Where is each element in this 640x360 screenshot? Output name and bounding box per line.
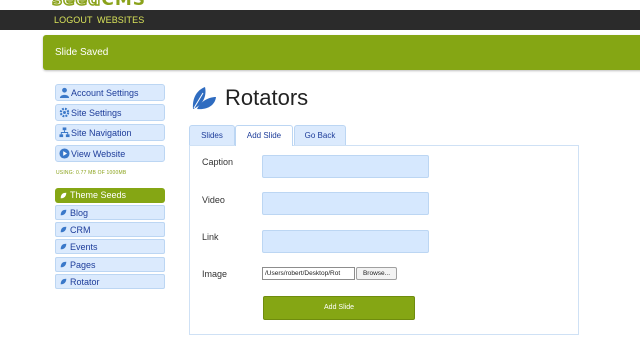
sidebar-item-label: Account Settings	[71, 88, 139, 98]
sidebar-item-site-navigation[interactable]: Site Navigation	[55, 124, 165, 141]
logo-prefix: seed	[51, 0, 102, 10]
storage-usage: USING: 0.77 MB OF 1000MB	[56, 170, 127, 176]
logo-suffix: CMS	[101, 0, 146, 10]
theme-seeds-label: Theme Seeds	[70, 190, 127, 200]
caption-field[interactable]	[262, 155, 429, 178]
websites-link[interactable]: WEBSITES	[97, 15, 144, 25]
logout-link[interactable]: LOGOUT	[54, 15, 93, 25]
sidebar-item-pages[interactable]: Pages	[55, 257, 165, 272]
sidebar-item-label: View Website	[71, 149, 126, 159]
sidebar-item-events[interactable]: Events	[55, 239, 165, 254]
browse-button[interactable]: Browse...	[356, 267, 397, 280]
seed-leaf-icon	[60, 278, 67, 285]
logo-strip: seedCMS	[0, 0, 640, 10]
user-icon	[59, 87, 70, 98]
image-file-path[interactable]: /Users/robert/Desktop/Rot	[262, 267, 355, 280]
top-nav-bar: LOGOUT WEBSITES	[0, 10, 640, 30]
caption-label: Caption	[202, 157, 234, 167]
sidebar-item-account-settings[interactable]: Account Settings	[55, 84, 165, 101]
seed-leaf-icon	[60, 209, 67, 216]
status-banner: Slide Saved	[43, 35, 640, 70]
add-slide-button[interactable]: Add Slide	[263, 296, 415, 320]
tab-slides[interactable]: Slides	[189, 125, 235, 145]
video-field[interactable]	[262, 192, 429, 215]
sidebar-item-label: Blog	[70, 208, 89, 218]
sidebar-item-label: Site Settings	[71, 108, 122, 118]
seed-leaf-icon	[60, 261, 67, 268]
sidebar-item-label: Events	[70, 242, 98, 252]
sidebar-item-view-website[interactable]: View Website	[55, 145, 165, 162]
sidebar-item-rotator[interactable]: Rotator	[55, 274, 165, 289]
video-label: Video	[202, 195, 225, 205]
seed-leaf-icon	[60, 192, 67, 199]
sitemap-icon	[59, 127, 70, 138]
play-icon	[59, 148, 70, 159]
link-field[interactable]	[262, 230, 429, 253]
sidebar-item-label: Rotator	[70, 277, 100, 287]
sidebar-item-crm[interactable]: CRM	[55, 222, 165, 237]
tab-add-slide[interactable]: Add Slide	[235, 125, 293, 146]
image-label: Image	[202, 269, 228, 279]
logo[interactable]: seedCMS	[51, 0, 146, 10]
status-message: Slide Saved	[55, 47, 109, 58]
link-label: Link	[202, 232, 219, 242]
theme-seeds-header[interactable]: Theme Seeds	[55, 188, 165, 203]
seed-leaf-icon	[60, 243, 67, 250]
tab-go-back[interactable]: Go Back	[294, 125, 346, 145]
sidebar-item-label: Pages	[70, 260, 96, 270]
app-root: seedCMS LOGOUT WEBSITES Slide Saved Acco…	[0, 0, 640, 360]
page-title: Rotators	[225, 85, 309, 110]
sidebar-item-label: CRM	[70, 225, 91, 235]
gear-icon	[59, 107, 70, 118]
seed-leaf-icon	[192, 87, 216, 110]
sidebar-item-label: Site Navigation	[71, 128, 132, 138]
seed-leaf-icon	[60, 226, 67, 233]
sidebar-item-blog[interactable]: Blog	[55, 205, 165, 220]
sidebar-item-site-settings[interactable]: Site Settings	[55, 104, 165, 121]
